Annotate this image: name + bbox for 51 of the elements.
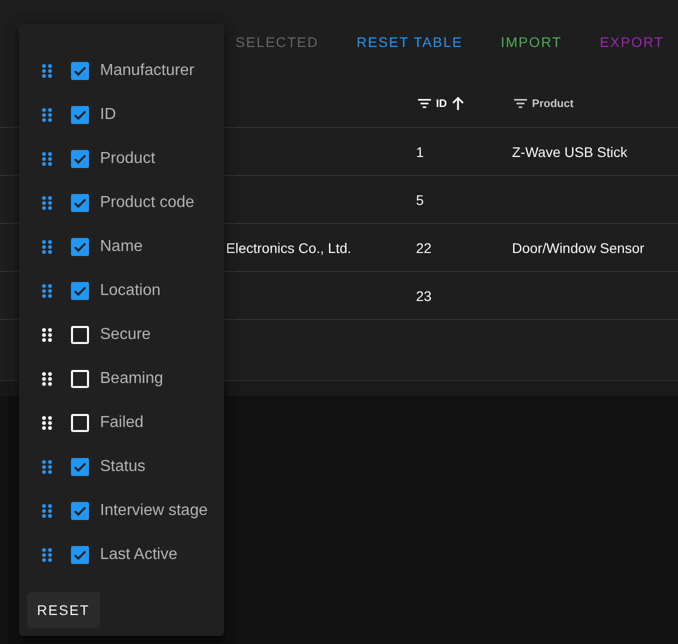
column-label: Product bbox=[100, 150, 156, 168]
filter-icon[interactable] bbox=[514, 99, 527, 108]
checkbox[interactable] bbox=[71, 414, 89, 432]
table-cell: 5 bbox=[416, 192, 424, 208]
column-label: Manufacturer bbox=[100, 62, 194, 80]
column-label: Location bbox=[100, 282, 160, 300]
drag-handle-icon[interactable] bbox=[42, 240, 52, 254]
table-cell: 22 bbox=[416, 240, 432, 256]
drag-handle-icon[interactable] bbox=[42, 372, 52, 386]
column-label: Beaming bbox=[100, 370, 164, 388]
drag-handle-icon[interactable] bbox=[42, 152, 52, 166]
checkbox[interactable] bbox=[71, 326, 89, 344]
column-label: Status bbox=[100, 458, 146, 476]
table-cell: 1 bbox=[416, 144, 424, 160]
drag-handle-icon[interactable] bbox=[42, 504, 52, 518]
drag-handle-icon[interactable] bbox=[42, 64, 52, 78]
filter-icon[interactable] bbox=[418, 99, 431, 108]
checkbox[interactable] bbox=[71, 62, 89, 80]
column-label: ID bbox=[100, 106, 116, 124]
table-cell: Door/Window Sensor bbox=[512, 240, 644, 256]
drag-handle-icon[interactable] bbox=[42, 548, 52, 562]
reset-button[interactable]: RESET bbox=[27, 592, 100, 628]
column-label: Product code bbox=[100, 194, 194, 212]
drag-handle-icon[interactable] bbox=[42, 284, 52, 298]
checkbox[interactable] bbox=[71, 370, 89, 388]
checkbox[interactable] bbox=[71, 194, 89, 212]
checkbox[interactable] bbox=[71, 458, 89, 476]
drag-handle-icon[interactable] bbox=[42, 108, 52, 122]
table-cell: Electronics Co., Ltd. bbox=[226, 240, 352, 256]
toolbar-button[interactable]: RESET TABLE bbox=[348, 24, 471, 60]
checkbox[interactable] bbox=[71, 150, 89, 168]
drag-handle-icon[interactable] bbox=[42, 416, 52, 430]
drag-handle-icon[interactable] bbox=[42, 328, 52, 342]
column-header[interactable]: ID bbox=[418, 97, 464, 110]
column-label: Secure bbox=[100, 326, 151, 344]
checkbox[interactable] bbox=[71, 502, 89, 520]
checkbox[interactable] bbox=[71, 238, 89, 256]
checkbox[interactable] bbox=[71, 106, 89, 124]
column-label: Last Active bbox=[100, 546, 178, 564]
checkbox[interactable] bbox=[71, 282, 89, 300]
drag-handle-icon[interactable] bbox=[42, 196, 52, 210]
table-cell: 23 bbox=[416, 288, 432, 304]
column-label: Failed bbox=[100, 414, 144, 432]
drag-handle-icon[interactable] bbox=[42, 460, 52, 474]
column-label: Name bbox=[100, 238, 143, 256]
sort-arrow-up-icon[interactable] bbox=[452, 97, 464, 110]
checkbox[interactable] bbox=[71, 546, 89, 564]
table-cell: Z-Wave USB Stick bbox=[512, 144, 628, 160]
column-label: Interview stage bbox=[100, 502, 208, 520]
column-header[interactable]: Product bbox=[514, 98, 574, 110]
toolbar-button[interactable]: IMPORT bbox=[492, 24, 570, 60]
